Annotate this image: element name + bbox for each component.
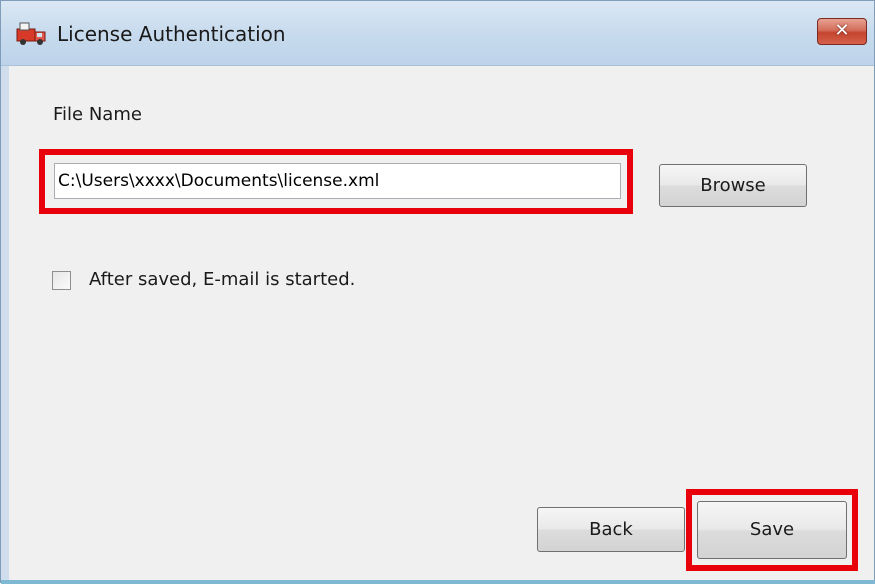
save-button[interactable]: Save <box>697 501 847 559</box>
email-checkbox-label[interactable]: After saved, E-mail is started. <box>89 268 355 292</box>
back-button[interactable]: Back <box>537 507 685 552</box>
file-path-input[interactable] <box>54 163 621 199</box>
title-bar: License Authentication ✕ <box>1 1 874 66</box>
window-frame-left <box>1 1 9 584</box>
window-title: License Authentication <box>57 22 286 46</box>
app-truck-icon <box>15 21 49 47</box>
window-frame-bottom <box>1 580 875 584</box>
email-checkbox[interactable] <box>52 271 71 290</box>
browse-button[interactable]: Browse <box>659 164 807 207</box>
close-icon: ✕ <box>834 20 850 41</box>
dialog-content: File Name Browse After saved, E-mail is … <box>9 66 874 581</box>
close-button[interactable]: ✕ <box>817 18 867 45</box>
file-name-label: File Name <box>53 104 142 125</box>
license-authentication-window: License Authentication ✕ File Name Brows… <box>0 0 875 584</box>
